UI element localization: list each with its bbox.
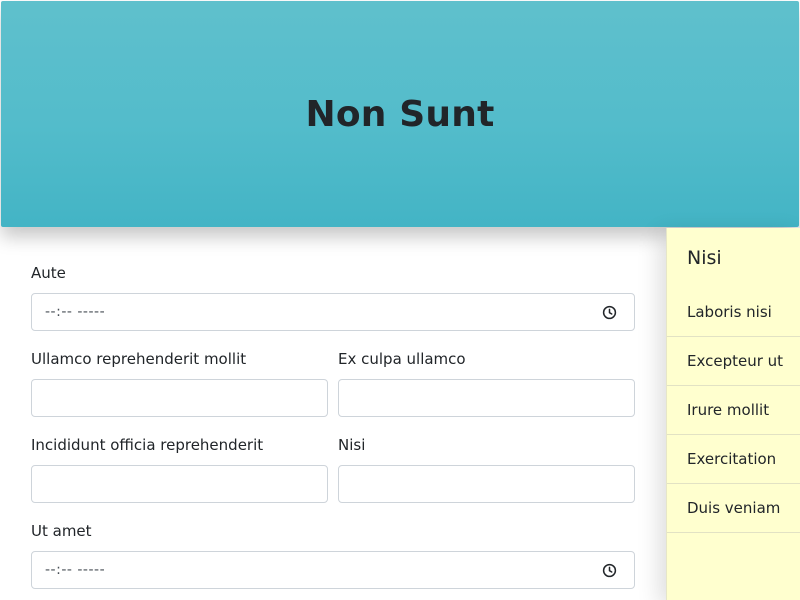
field-label: Ex culpa ullamco [338,350,466,368]
form-group-ut-amet: Ut amet --:-- ----- [31,521,635,589]
field-label: Nisi [338,436,366,454]
sidebar-item-duis-veniam[interactable]: Duis veniam [667,484,800,533]
time-input[interactable]: --:-- ----- [31,551,635,589]
sidebar-list: Laboris nisi Excepteur ut Irure mollit E… [667,288,800,533]
sidebar: Nisi Laboris nisi Excepteur ut Irure mol… [666,228,800,600]
text-input[interactable] [338,465,635,503]
form-group-aute: Aute --:-- ----- [31,263,635,331]
text-input[interactable] [338,379,635,417]
form-group-nisi: Nisi [338,435,635,503]
time-input-value: --:-- ----- [45,562,106,578]
field-label: Incididunt officia reprehenderit [31,436,264,454]
field-label: Ut amet [31,522,92,540]
time-input-value: --:-- ----- [45,304,106,320]
field-label: Ullamco reprehenderit mollit [31,350,247,368]
time-input[interactable]: --:-- ----- [31,293,635,331]
clock-icon[interactable] [602,305,617,320]
text-input[interactable] [31,465,328,503]
sidebar-item-excepteur-ut[interactable]: Excepteur ut [667,337,800,386]
page: Non Sunt Aute --:-- ----- Ullamco repreh… [0,0,800,600]
form-group-ullamco: Ullamco reprehenderit mollit [31,349,328,417]
page-title: Non Sunt [305,93,495,135]
field-label: Aute [31,264,66,282]
sidebar-item-exercitation[interactable]: Exercitation [667,435,800,484]
header-banner: Non Sunt [1,1,799,227]
form-group-incididunt: Incididunt officia reprehenderit [31,435,328,503]
sidebar-item-laboris-nisi[interactable]: Laboris nisi [667,288,800,337]
text-input[interactable] [31,379,328,417]
sidebar-item-irure-mollit[interactable]: Irure mollit [667,386,800,435]
form-row: Incididunt officia reprehenderit Nisi [31,435,635,503]
clock-icon[interactable] [602,563,617,578]
form-group-ex-culpa: Ex culpa ullamco [338,349,635,417]
sidebar-heading: Nisi [687,247,722,269]
form-row: Ullamco reprehenderit mollit Ex culpa ul… [31,349,635,417]
